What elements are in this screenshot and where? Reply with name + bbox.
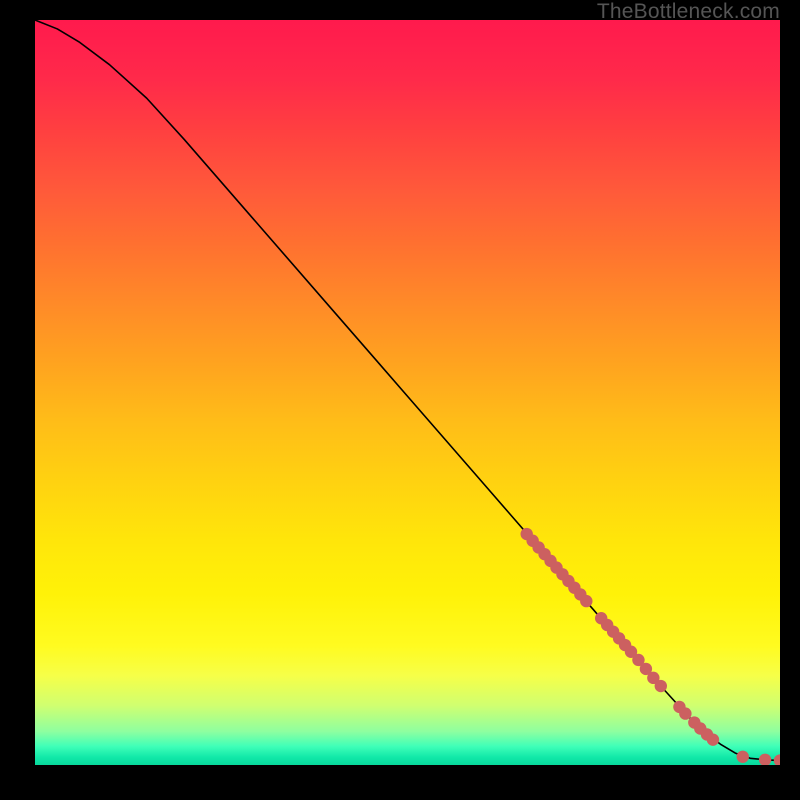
curve-line (35, 20, 780, 761)
data-marker (737, 751, 749, 763)
data-marker (655, 680, 667, 692)
data-marker (774, 754, 780, 765)
data-marker (759, 754, 771, 765)
chart-svg (35, 20, 780, 765)
chart-frame: TheBottleneck.com (0, 0, 800, 800)
data-marker (580, 595, 592, 607)
data-marker (679, 707, 691, 719)
marker-group (521, 528, 781, 765)
plot-area (35, 20, 780, 765)
data-marker (707, 733, 719, 745)
